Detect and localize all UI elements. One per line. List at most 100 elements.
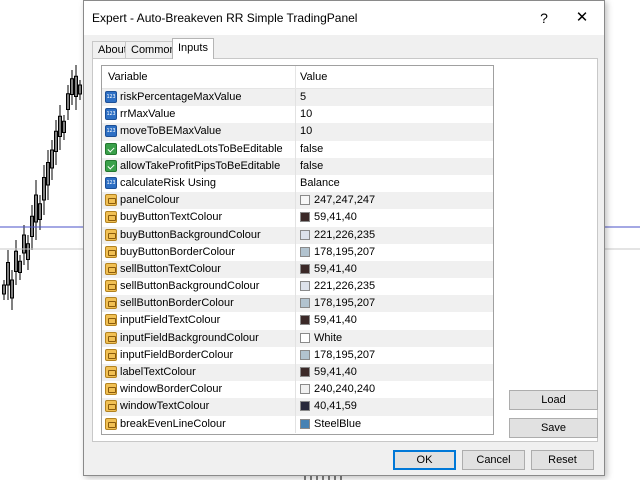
value-cell[interactable]: false [300,158,323,175]
table-row[interactable]: rrMaxValue 10 [102,106,493,124]
variable-cell[interactable]: panelColour [102,192,296,210]
table-row[interactable]: riskPercentageMaxValue 5 [102,89,493,107]
value-cell[interactable]: 178,195,207 [300,295,375,312]
variable-cell[interactable]: calculateRisk Using [102,174,296,193]
value-cell[interactable]: 59,41,40 [300,209,357,226]
table-row[interactable]: moveToBEMaxValue 10 [102,123,493,141]
value-cell[interactable]: 247,247,247 [300,192,375,209]
table-row[interactable]: calculateRisk Using Balance [102,174,493,193]
variable-cell[interactable]: allowTakeProfitPipsToBeEditable [102,157,296,175]
variable-cell[interactable]: inputFieldBackgroundColour [102,329,296,347]
color-icon [105,314,117,327]
variable-cell[interactable]: buyButtonTextColour [102,209,296,227]
variable-cell[interactable]: inputFieldTextColour [102,312,296,330]
title-bar[interactable]: Expert - Auto-Breakeven RR Simple Tradin… [84,1,604,35]
close-icon[interactable]: ✕ [570,7,594,29]
variable-cell[interactable]: rrMaxValue [102,106,296,124]
value-text: 10 [300,108,313,121]
color-swatch [300,384,310,395]
color-swatch [300,367,310,377]
table-row[interactable]: buyButtonTextColour 59,41,40 [102,209,493,227]
table-row[interactable]: buyButtonBorderColour 178,195,207 [102,243,493,261]
inputs-panel: Variable Value riskPercentageMaxValue 5 rr… [92,58,598,442]
value-cell[interactable]: 240,240,240 [300,381,375,398]
tab-inputs[interactable]: Inputs [172,38,214,59]
variable-cell[interactable]: windowBorderColour [102,381,296,399]
help-icon[interactable]: ? [532,7,556,29]
variable-cell[interactable]: buyButtonBackgroundColour [102,226,296,244]
variable-name: allowTakeProfitPipsToBeEditable [120,159,281,172]
cancel-button[interactable]: Cancel [462,450,525,470]
load-button[interactable]: Load [509,390,598,410]
table-row[interactable]: sellButtonBorderColour 178,195,207 [102,295,493,313]
value-cell[interactable]: 10 [300,106,312,123]
save-button[interactable]: Save [509,418,598,438]
variable-cell[interactable]: breakEvenLineColour [102,415,296,433]
color-swatch [300,401,310,412]
value-cell[interactable]: 221,226,235 [300,227,375,244]
variable-name: sellButtonTextColour [120,262,221,275]
variable-name: moveToBEMaxValue [120,125,222,138]
table-row[interactable]: panelColour 247,247,247 [102,192,493,210]
table-row[interactable]: inputFieldTextColour 59,41,40 [102,312,493,330]
boolean-icon [105,159,117,172]
column-divider[interactable] [295,66,296,88]
variable-cell[interactable]: sellButtonBorderColour [102,295,296,313]
variable-cell[interactable]: moveToBEMaxValue [102,123,296,141]
value-cell[interactable]: 221,226,235 [300,278,375,295]
value-cell[interactable]: false [300,141,323,158]
color-icon [105,366,117,378]
value-text: false [300,142,324,155]
variable-name: windowTextColour [120,400,210,413]
table-row[interactable]: sellButtonBackgroundColour 221,226,235 [102,278,493,296]
value-text: 59,41,40 [314,366,357,378]
value-cell[interactable]: SteelBlue [300,416,361,433]
variable-cell[interactable]: windowTextColour [102,398,296,416]
color-swatch [300,349,310,360]
boolean-icon [105,142,117,155]
table-row[interactable]: windowTextColour 40,41,59 [102,398,493,416]
variable-cell[interactable]: buyButtonBorderColour [102,243,296,261]
table-row[interactable]: inputFieldBackgroundColour White [102,329,493,347]
reset-button[interactable]: Reset [531,450,594,470]
value-text: 59,41,40 [314,211,357,224]
color-icon [105,348,117,361]
color-icon [105,211,117,224]
value-cell[interactable]: 178,195,207 [300,244,375,261]
table-row[interactable]: buyButtonBackgroundColour 221,226,235 [102,226,493,244]
variable-cell[interactable]: labelTextColour [102,364,296,382]
value-cell[interactable]: White [300,330,342,347]
value-cell[interactable]: 59,41,40 [300,364,357,381]
table-row[interactable]: sellButtonTextColour 59,41,40 [102,260,493,279]
variable-cell[interactable]: allowCalculatedLotsToBeEditable [102,140,296,158]
value-text: 178,195,207 [314,297,376,310]
value-cell[interactable]: 59,41,40 [300,261,357,278]
value-cell[interactable]: Balance [300,175,340,192]
color-swatch [300,332,310,343]
value-text: 59,41,40 [314,314,357,327]
variable-cell[interactable]: inputFieldBorderColour [102,346,296,364]
variable-cell[interactable]: sellButtonBackgroundColour [102,278,296,296]
value-cell[interactable]: 40,41,59 [300,398,357,415]
variable-cell[interactable]: sellButtonTextColour [102,260,296,279]
table-row[interactable]: allowTakeProfitPipsToBeEditable false [102,157,493,175]
inputs-grid: Variable Value riskPercentageMaxValue 5 rr… [101,65,494,435]
column-header-value[interactable]: Value [300,71,327,83]
table-row[interactable]: breakEvenLineColour SteelBlue [102,415,493,433]
value-text: Balance [300,176,340,189]
table-row[interactable]: inputFieldBorderColour 178,195,207 [102,346,493,364]
value-cell[interactable]: 59,41,40 [300,312,357,329]
table-row[interactable]: windowBorderColour 240,240,240 [102,381,493,399]
variable-name: calculateRisk Using [120,176,216,189]
value-cell[interactable]: 178,195,207 [300,347,375,364]
column-header-variable[interactable]: Variable [108,71,148,83]
numeric-icon [105,108,117,121]
table-row[interactable]: labelTextColour 59,41,40 [102,364,493,382]
variable-name: allowCalculatedLotsToBeEditable [120,142,283,155]
table-row[interactable]: allowCalculatedLotsToBeEditable false [102,140,493,158]
variable-cell[interactable]: riskPercentageMaxValue [102,89,296,107]
value-cell[interactable]: 10 [300,123,312,140]
value-cell[interactable]: 5 [300,89,306,106]
variable-name: windowBorderColour [120,383,223,396]
ok-button[interactable]: OK [393,450,456,470]
